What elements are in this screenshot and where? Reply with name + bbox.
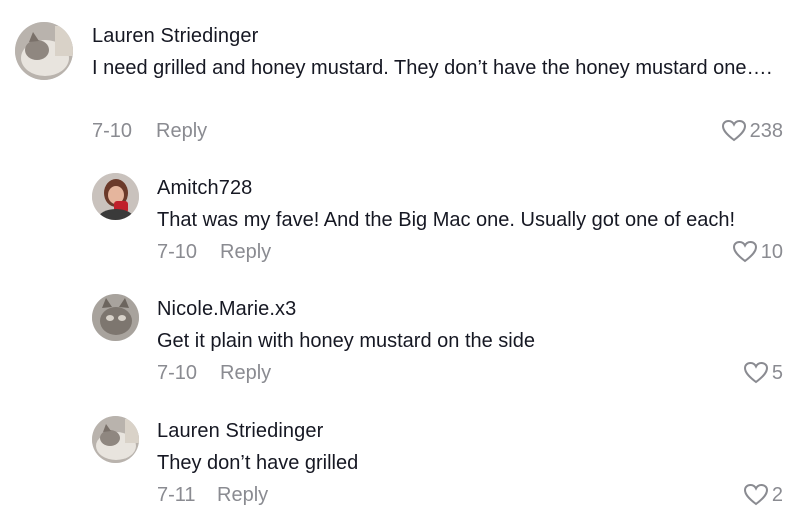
comment-text: They don’t have grilled xyxy=(157,452,359,474)
reply-button[interactable]: Reply xyxy=(220,241,271,264)
like-button[interactable]: 2 xyxy=(743,483,783,507)
comment-username[interactable]: Nicole.Marie.x3 xyxy=(157,298,296,321)
comment-username[interactable]: Amitch728 xyxy=(157,177,252,200)
heart-icon xyxy=(732,240,757,263)
like-count: 238 xyxy=(749,119,783,142)
comment-date: 7-10 xyxy=(157,362,198,384)
heart-icon xyxy=(743,483,768,506)
comment-date: 7-10 xyxy=(92,120,133,142)
heart-icon xyxy=(721,119,746,142)
comment-date: 7-11 xyxy=(157,484,196,506)
like-count: 2 xyxy=(771,483,783,506)
avatar[interactable] xyxy=(92,416,139,463)
reply-button[interactable]: Reply xyxy=(220,362,271,385)
like-count: 10 xyxy=(760,240,783,263)
like-count: 5 xyxy=(771,361,783,384)
cat-avatar-icon xyxy=(15,22,73,80)
reply-button[interactable]: Reply xyxy=(156,120,207,143)
comment-username[interactable]: Lauren Striedinger xyxy=(92,25,258,48)
avatar[interactable] xyxy=(15,22,73,80)
comment-text: That was my fave! And the Big Mac one. U… xyxy=(157,209,736,231)
comment-text: I need grilled and honey mustard. They d… xyxy=(92,57,773,79)
avatar[interactable] xyxy=(92,294,139,341)
heart-icon xyxy=(743,361,768,384)
like-button[interactable]: 5 xyxy=(743,361,783,385)
like-button[interactable]: 10 xyxy=(732,240,783,264)
reply-button[interactable]: Reply xyxy=(217,484,268,507)
comment-date: 7-10 xyxy=(157,241,198,263)
like-button[interactable]: 238 xyxy=(721,119,783,143)
avatar[interactable] xyxy=(92,173,139,220)
comment-text: Get it plain with honey mustard on the s… xyxy=(157,330,535,352)
person-avatar-icon xyxy=(92,173,139,220)
cat-avatar-icon xyxy=(92,294,139,341)
comment-username[interactable]: Lauren Striedinger xyxy=(157,420,323,443)
cat-avatar-icon xyxy=(92,416,139,463)
